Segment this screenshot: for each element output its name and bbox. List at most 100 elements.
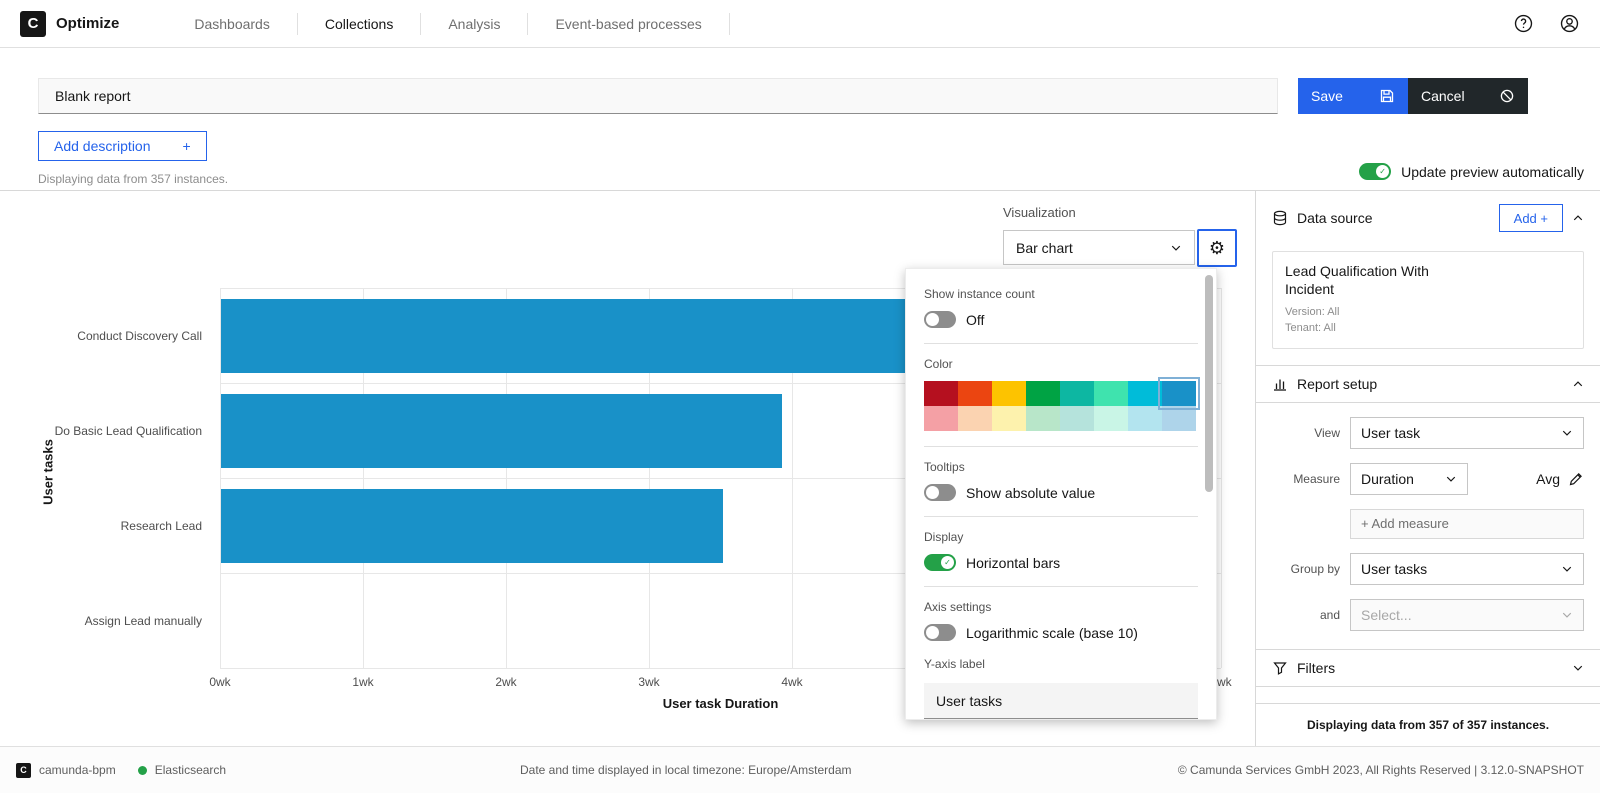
- chart-settings-gear-button[interactable]: ⚙: [1197, 229, 1237, 267]
- instance-count-value: Off: [966, 312, 984, 328]
- nav-divider: [729, 13, 730, 35]
- absolute-value-toggle[interactable]: [924, 484, 956, 501]
- report-setup-title: Report setup: [1297, 376, 1377, 392]
- add-measure-button[interactable]: + Add measure: [1350, 509, 1584, 539]
- axis-settings-value: Logarithmic scale (base 10): [966, 625, 1138, 641]
- color-swatch[interactable]: [1060, 381, 1094, 406]
- show-instance-count-toggle[interactable]: [924, 311, 956, 328]
- logarithmic-scale-toggle[interactable]: [924, 624, 956, 641]
- y-axis-label-input[interactable]: [924, 683, 1198, 719]
- aggregation-value: Avg: [1536, 471, 1560, 487]
- update-preview-label: Update preview automatically: [1401, 164, 1584, 180]
- add-description-label: Add description: [54, 138, 151, 154]
- popup-divider: [924, 516, 1198, 517]
- nav-collections[interactable]: Collections: [298, 0, 420, 48]
- horizontal-bars-toggle[interactable]: [924, 554, 956, 571]
- cancel-button[interactable]: Cancel: [1408, 78, 1528, 114]
- color-swatch[interactable]: [1162, 381, 1196, 406]
- popup-scrollbar[interactable]: [1205, 275, 1213, 492]
- color-swatch[interactable]: [924, 406, 958, 431]
- toggle-knob: [926, 486, 939, 499]
- plus-icon: +: [183, 138, 191, 154]
- color-swatch[interactable]: [992, 381, 1026, 406]
- axis-settings-row: Logarithmic scale (base 10): [924, 624, 1198, 641]
- page-footer: C camunda-bpm Elasticsearch Date and tim…: [0, 746, 1600, 793]
- view-select[interactable]: User task: [1350, 417, 1584, 449]
- chart-bar: [221, 489, 723, 563]
- color-swatch[interactable]: [1026, 406, 1060, 431]
- color-swatch[interactable]: [924, 381, 958, 406]
- measure-row: Measure Duration Avg: [1272, 463, 1584, 495]
- axis-settings-section-label: Axis settings: [924, 600, 1198, 614]
- group-by-select[interactable]: User tasks: [1350, 553, 1584, 585]
- update-preview-row: Update preview automatically: [1359, 163, 1584, 180]
- data-source-version: Version: All: [1285, 305, 1571, 320]
- nav-analysis[interactable]: Analysis: [421, 0, 527, 48]
- color-swatch[interactable]: [1128, 381, 1162, 406]
- color-swatch[interactable]: [1060, 406, 1094, 431]
- configuration-sidebar: Data source Add + Lead Qualification Wit…: [1255, 191, 1600, 746]
- color-swatch[interactable]: [958, 406, 992, 431]
- data-source-card[interactable]: Lead Qualification With Incident Version…: [1272, 251, 1584, 349]
- report-name-input[interactable]: [38, 78, 1278, 114]
- color-swatch[interactable]: [992, 406, 1026, 431]
- add-data-source-button[interactable]: Add +: [1499, 204, 1563, 232]
- instances-summary: Displaying data from 357 of 357 instance…: [1256, 703, 1600, 746]
- nav-dashboards[interactable]: Dashboards: [167, 0, 297, 48]
- chevron-down-icon: [1561, 609, 1573, 621]
- chevron-down-icon: [1170, 242, 1182, 254]
- chevron-down-icon[interactable]: [1572, 662, 1584, 674]
- filters-header[interactable]: Filters: [1256, 649, 1600, 687]
- brand[interactable]: C Optimize: [20, 11, 119, 37]
- optimize-app: C Optimize Dashboards Collections Analys…: [0, 0, 1600, 793]
- update-preview-toggle[interactable]: [1359, 163, 1391, 180]
- cancel-label: Cancel: [1421, 88, 1465, 104]
- color-palette-top-row: [924, 381, 1198, 406]
- color-section-label: Color: [924, 357, 1198, 371]
- copyright-note: © Camunda Services GmbH 2023, All Rights…: [1178, 763, 1584, 777]
- view-label: View: [1272, 426, 1350, 440]
- and-label: and: [1272, 608, 1350, 622]
- measure-select[interactable]: Duration: [1350, 463, 1468, 495]
- instances-note: Displaying data from 357 instances.: [38, 172, 228, 186]
- display-row: Horizontal bars: [924, 554, 1198, 571]
- report-setup-header: Report setup: [1256, 365, 1600, 403]
- x-tick-label: 3wk: [638, 675, 659, 689]
- chevron-up-icon[interactable]: [1572, 378, 1584, 390]
- nav-right: [1512, 13, 1580, 35]
- help-icon[interactable]: [1512, 13, 1534, 35]
- save-button[interactable]: Save: [1298, 78, 1408, 114]
- x-tick-label: 4wk: [781, 675, 802, 689]
- view-value: User task: [1361, 425, 1420, 441]
- chart-category-label: Conduct Discovery Call: [0, 288, 202, 383]
- group-by-value: User tasks: [1361, 561, 1427, 577]
- main-nav: Dashboards Collections Analysis Event-ba…: [167, 0, 729, 48]
- chevron-up-icon[interactable]: [1572, 212, 1584, 224]
- user-profile-icon[interactable]: [1558, 13, 1580, 35]
- brand-name: Optimize: [56, 15, 119, 32]
- edit-pencil-icon[interactable]: [1568, 471, 1584, 487]
- color-swatch[interactable]: [1094, 381, 1128, 406]
- toggle-knob: [926, 626, 939, 639]
- camunda-logo-icon: C: [20, 11, 46, 37]
- tooltips-value: Show absolute value: [966, 485, 1095, 501]
- chevron-down-icon: [1445, 473, 1457, 485]
- color-swatch[interactable]: [1026, 381, 1060, 406]
- visualization-select[interactable]: Bar chart: [1003, 230, 1195, 265]
- add-description-button[interactable]: Add description +: [38, 131, 207, 161]
- timezone-note: Date and time displayed in local timezon…: [520, 763, 852, 777]
- color-swatch[interactable]: [958, 381, 992, 406]
- camunda-mini-logo-icon: C: [16, 763, 31, 778]
- add-measure-row: + Add measure: [1272, 509, 1584, 539]
- data-source-tenant: Tenant: All: [1285, 321, 1571, 336]
- secondary-group-select[interactable]: Select...: [1350, 599, 1584, 631]
- tooltips-section-label: Tooltips: [924, 460, 1198, 474]
- secondary-group-placeholder: Select...: [1361, 607, 1412, 623]
- chart-category-label: Do Basic Lead Qualification: [0, 383, 202, 478]
- cancel-icon: [1499, 88, 1515, 104]
- nav-event-based-processes[interactable]: Event-based processes: [528, 0, 728, 48]
- color-swatch[interactable]: [1094, 406, 1128, 431]
- color-swatch[interactable]: [1128, 406, 1162, 431]
- color-swatch[interactable]: [1162, 406, 1196, 431]
- footer-brand: camunda-bpm: [39, 763, 116, 777]
